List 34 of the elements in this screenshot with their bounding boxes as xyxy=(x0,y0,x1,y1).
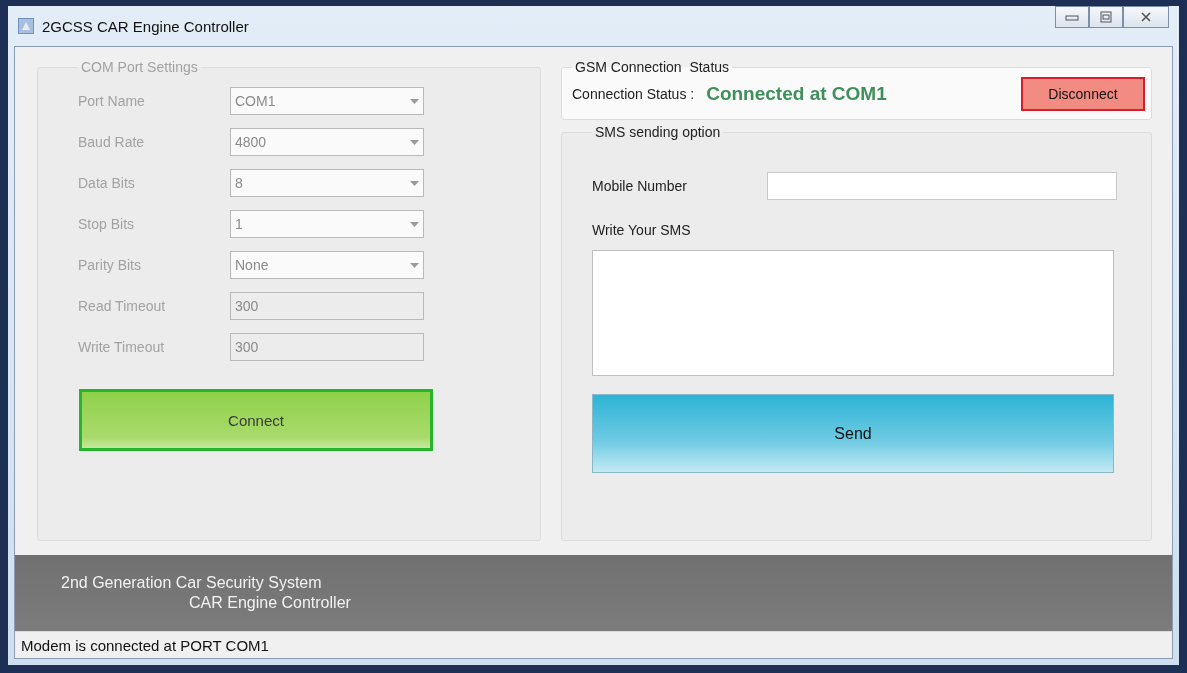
group-title: COM Port Settings xyxy=(80,59,199,75)
message-field[interactable] xyxy=(592,250,1114,376)
status-text: Modem is connected at PORT COM1 xyxy=(21,636,269,654)
status-text: Connected at COM1 xyxy=(706,83,887,105)
field-label: Baud Rate xyxy=(78,134,146,150)
close-icon xyxy=(1140,11,1152,23)
field-label: Write Your SMS xyxy=(592,222,692,238)
caret-icon xyxy=(410,139,419,145)
send-button[interactable]: Send xyxy=(592,394,1114,473)
banner-text: CAR Engine Controller xyxy=(189,594,351,612)
field-label: Port Name xyxy=(78,93,146,109)
restore-button[interactable] xyxy=(1089,6,1123,28)
mobile-number-field[interactable] xyxy=(767,172,1117,200)
minimize-button[interactable] xyxy=(1055,6,1089,28)
disconnect-button[interactable]: Disconnect xyxy=(1021,77,1145,111)
group-title: GSM Connection Status xyxy=(574,59,731,75)
group-title: SMS sending option xyxy=(594,124,722,140)
caret-icon xyxy=(410,98,419,104)
banner-text: 2nd Generation Car Security System xyxy=(61,574,322,592)
caret-icon xyxy=(410,262,419,268)
restore-icon xyxy=(1099,11,1113,23)
field-label: Stop Bits xyxy=(78,216,136,232)
app-icon xyxy=(18,18,34,34)
field-label: Mobile Number xyxy=(592,178,688,194)
field-label: Write Timeout xyxy=(78,339,166,355)
status-label: Connection Status : xyxy=(572,86,695,102)
field-label: Data Bits xyxy=(78,175,136,191)
field-label: Read Timeout xyxy=(78,298,167,314)
minimize-icon xyxy=(1065,12,1079,22)
caret-icon xyxy=(410,180,419,186)
field-label: Parity Bits xyxy=(78,257,142,273)
caret-icon xyxy=(410,221,419,227)
close-button[interactable] xyxy=(1123,6,1169,28)
window-title: 2GCSS CAR Engine Controller xyxy=(42,17,249,35)
